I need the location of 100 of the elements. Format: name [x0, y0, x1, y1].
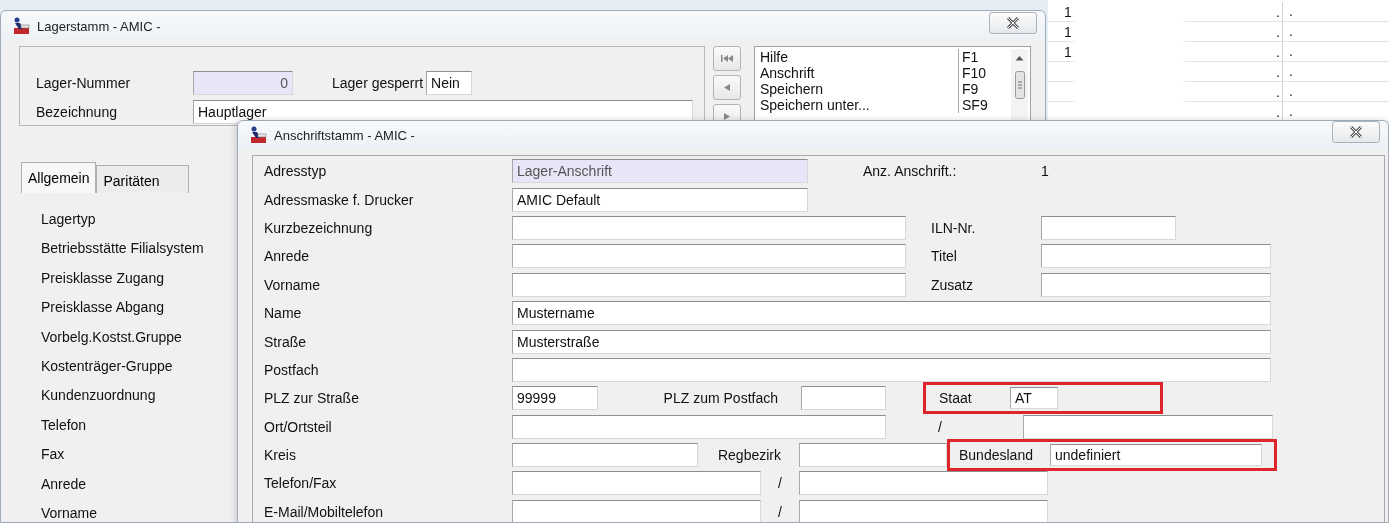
- table-cell: .: [1276, 43, 1280, 60]
- input-field[interactable]: Mustername: [512, 301, 1271, 326]
- input-field[interactable]: [1023, 414, 1273, 439]
- field-label: Zusatz: [931, 276, 974, 293]
- input-field[interactable]: [799, 499, 1048, 522]
- nav-button[interactable]: [713, 46, 741, 71]
- shortcut-key: SF9: [959, 97, 988, 113]
- field-label: Bundesland: [958, 447, 1034, 464]
- menu-item[interactable]: Speichern unter...: [757, 97, 959, 113]
- field-label: Regbezirk: [716, 447, 782, 464]
- app-icon: [11, 17, 31, 35]
- input-field[interactable]: [512, 272, 906, 297]
- input-field[interactable]: AT: [1010, 387, 1058, 410]
- field-label: Staat: [938, 390, 973, 407]
- field-label: Anrede: [41, 475, 87, 492]
- field-label: Lagertyp: [41, 211, 96, 227]
- nav-button[interactable]: [713, 75, 741, 100]
- menu-item[interactable]: Hilfe: [757, 49, 959, 65]
- shortcut-key: F10: [959, 65, 987, 81]
- field-label: Kurzbezeichnung: [263, 219, 374, 236]
- input-field[interactable]: [512, 357, 1271, 382]
- field-label: PLZ zur Straße: [263, 390, 360, 407]
- tab[interactable]: Allgemein: [21, 162, 97, 193]
- input-field[interactable]: [512, 471, 761, 496]
- input-field[interactable]: [512, 499, 761, 522]
- scrollbar[interactable]: [1011, 49, 1028, 123]
- field-label: Titel: [931, 248, 958, 265]
- input-field[interactable]: 0: [193, 71, 293, 95]
- field-label: Straße: [263, 333, 307, 350]
- input-field[interactable]: [512, 215, 906, 240]
- input-field[interactable]: AMIC Default: [512, 187, 808, 212]
- input-field[interactable]: [799, 471, 1048, 496]
- table-cell: 1: [1064, 43, 1072, 60]
- input-field[interactable]: [799, 443, 947, 468]
- field-label: Anrede: [263, 248, 311, 265]
- input-field[interactable]: [1041, 215, 1176, 240]
- input-field[interactable]: Musterstraße: [512, 329, 1271, 354]
- table-cell: .: [1289, 83, 1293, 99]
- table-cell: .: [1276, 83, 1280, 100]
- input-field[interactable]: [1041, 272, 1271, 297]
- table-cell: .: [1276, 23, 1280, 40]
- field-label: Betriebsstätte Filialsystem: [41, 240, 204, 257]
- field-label: Adresstyp: [263, 163, 328, 180]
- field-label: Fax: [41, 446, 65, 463]
- tab[interactable]: Paritäten: [96, 165, 189, 193]
- field-label: Telefon: [41, 416, 87, 433]
- menu-item[interactable]: Speichern: [757, 81, 959, 97]
- field-label: /: [777, 503, 783, 520]
- field-label: Adressmaske f. Drucker: [263, 191, 415, 208]
- menu-item[interactable]: Anschrift: [757, 65, 959, 81]
- field-label: Bezeichnung: [36, 104, 118, 120]
- table-cell: 1: [1064, 3, 1072, 20]
- field-label: Lager gesperrt: [332, 75, 424, 91]
- input-field[interactable]: [512, 244, 906, 269]
- field-label: PLZ zum Postfach: [662, 390, 779, 407]
- table-cell: .: [1289, 63, 1293, 79]
- close-icon: [1349, 126, 1363, 138]
- field-label: Name: [263, 305, 303, 322]
- field-label: Vorbelg.Kostst.Gruppe: [41, 328, 182, 345]
- close-icon: [1006, 17, 1020, 29]
- field-label: Ort/Ortsteil: [263, 418, 333, 435]
- field-label: Preisklasse Zugang: [41, 269, 164, 286]
- shortcut-key: F9: [959, 81, 979, 97]
- field-label: /: [777, 475, 783, 492]
- field-label: ILN-Nr.: [931, 219, 977, 236]
- input-field[interactable]: 99999: [512, 386, 598, 411]
- app-icon: [248, 126, 268, 144]
- field-label: E-Mail/Mobiltelefon: [263, 503, 385, 520]
- close-button[interactable]: [1332, 121, 1380, 143]
- field-label: Vorname: [263, 276, 322, 293]
- table-cell: .: [1276, 103, 1280, 120]
- table-cell: 1: [1064, 23, 1072, 40]
- input-field[interactable]: Lager-Anschrift: [512, 159, 808, 184]
- table-cell: .: [1289, 103, 1293, 119]
- field-label: Telefon/Fax: [263, 475, 338, 492]
- field-label: Postfach: [263, 361, 320, 378]
- table-cell: .: [1276, 3, 1280, 20]
- shortcut-key: F1: [959, 49, 979, 65]
- window-title: Lagerstamm - AMIC -: [37, 18, 161, 34]
- field-label: Kostenträger-Gruppe: [41, 357, 173, 374]
- field-label: /: [937, 418, 943, 435]
- table-cell: .: [1289, 23, 1293, 39]
- close-button[interactable]: [989, 12, 1037, 34]
- field-label: Preisklasse Abgang: [41, 299, 164, 316]
- table-cell: .: [1289, 43, 1293, 59]
- field-label: Kreis: [263, 447, 297, 464]
- field-label: Kundenzuordnung: [41, 387, 156, 404]
- table-cell: .: [1289, 3, 1293, 19]
- field-label: Vorname: [41, 504, 98, 521]
- field-label: Anz. Anschrift.:: [863, 163, 958, 180]
- input-field[interactable]: [801, 386, 886, 411]
- input-field[interactable]: Nein: [426, 71, 473, 95]
- input-field[interactable]: [1041, 244, 1271, 269]
- input-field[interactable]: [512, 443, 698, 468]
- first-record-icon: [720, 53, 734, 64]
- scroll-up-icon: [1015, 55, 1024, 61]
- input-field[interactable]: undefiniert: [1050, 444, 1262, 467]
- window-title: Anschriftstamm - AMIC -: [274, 127, 415, 143]
- scroll-thumb-icon: [1014, 71, 1025, 99]
- input-field[interactable]: [512, 414, 886, 439]
